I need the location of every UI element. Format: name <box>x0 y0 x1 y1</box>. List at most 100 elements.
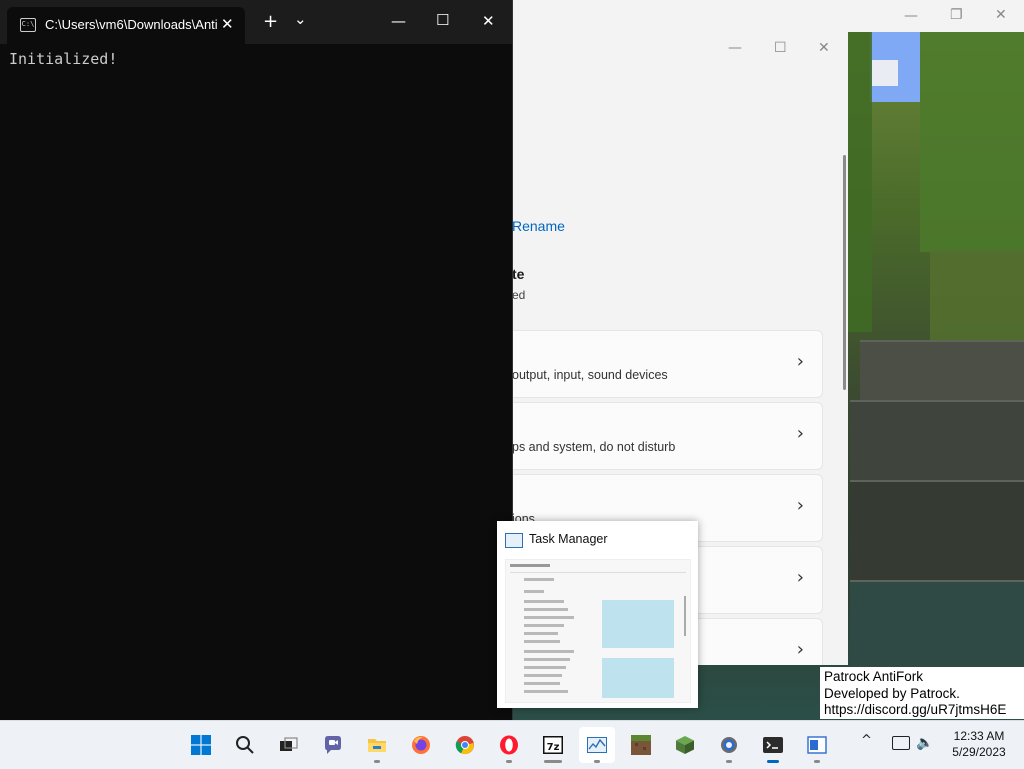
wallpaper-leaves <box>920 32 1024 252</box>
overlay-line-3: https://discord.gg/uR7jtmsH6E <box>824 702 1007 717</box>
tray-overflow-chevron-icon[interactable]: ^ <box>861 733 872 748</box>
thumb-row <box>524 658 570 661</box>
tab-dropdown-button[interactable]: ⌄ <box>294 10 307 28</box>
device-name-sub: ed <box>512 288 526 302</box>
task-view-button[interactable] <box>271 727 307 763</box>
minecraft-launcher-button[interactable] <box>623 727 659 763</box>
tab-close-button[interactable]: ✕ <box>221 15 234 33</box>
app-window-button[interactable] <box>799 727 835 763</box>
thumb-row <box>524 632 558 635</box>
thumb-row <box>524 666 566 669</box>
thumb-row <box>524 600 564 603</box>
settings-scrollbar[interactable] <box>843 155 846 390</box>
close-button[interactable]: ✕ <box>482 12 495 30</box>
terminal-tab-title: C:\Users\vm6\Downloads\AntiFork <box>45 17 217 32</box>
file-explorer-button[interactable] <box>359 727 395 763</box>
wallpaper-water <box>850 580 1024 672</box>
running-indicator <box>374 760 380 763</box>
7zip-icon: 7z <box>543 736 563 754</box>
terminal-icon <box>763 737 783 753</box>
thumb-row <box>524 682 560 685</box>
terminal-output[interactable]: Initialized! <box>9 50 117 68</box>
task-manager-preview[interactable]: Task Manager <box>497 521 698 708</box>
chevron-right-icon: › <box>796 423 804 444</box>
thumb-cpu-column-2 <box>602 658 674 698</box>
task-manager-thumbnail <box>505 559 691 703</box>
thumb-row <box>524 578 554 581</box>
chevron-right-icon: › <box>796 567 804 588</box>
minimize-button[interactable]: — <box>391 12 406 30</box>
settings-minimize-button[interactable]: — <box>728 40 742 56</box>
task-manager-preview-title: Task Manager <box>529 532 608 546</box>
gear-icon <box>721 737 737 753</box>
thumb-row <box>524 640 560 643</box>
task-manager-button[interactable] <box>579 727 615 763</box>
running-indicator <box>544 760 562 763</box>
search-button[interactable] <box>227 727 263 763</box>
running-indicator <box>814 760 820 763</box>
thumb-divider <box>510 572 686 573</box>
wallpaper-cloud <box>872 60 898 86</box>
maximize-button[interactable]: ☐ <box>436 11 449 29</box>
opera-icon <box>500 735 518 755</box>
task-view-icon <box>280 737 298 751</box>
device-name-heading: te <box>512 266 525 282</box>
start-button[interactable] <box>183 727 219 763</box>
clock-date: 5/29/2023 <box>952 745 1006 759</box>
wallpaper-vines <box>848 32 872 332</box>
thumb-row <box>524 690 568 693</box>
clock-time: 12:33 AM <box>953 729 1005 743</box>
background-minimize-button[interactable]: — <box>904 8 918 24</box>
rename-link[interactable]: Rename <box>512 218 565 234</box>
volume-icon[interactable]: 🔈 <box>916 735 933 751</box>
grass-block-icon <box>676 736 694 754</box>
opera-button[interactable] <box>491 727 527 763</box>
minecraft-icon <box>631 735 651 755</box>
thumb-scrollbar <box>684 596 686 636</box>
wallpaper-stone-1 <box>860 340 1024 402</box>
chrome-button[interactable] <box>447 727 483 763</box>
settings-button[interactable] <box>711 727 747 763</box>
svg-text:7z: 7z <box>547 742 560 753</box>
settings-maximize-button[interactable]: ☐ <box>774 40 787 56</box>
background-restore-button[interactable]: ❐ <box>950 7 963 23</box>
thumb-row <box>524 590 544 593</box>
folder-icon <box>368 739 386 752</box>
search-icon <box>236 736 254 754</box>
new-tab-button[interactable]: + <box>263 11 278 32</box>
terminal-titlebar[interactable]: C:\ C:\Users\vm6\Downloads\AntiFork ✕ + … <box>0 0 512 44</box>
terminal-tab[interactable]: C:\ C:\Users\vm6\Downloads\AntiFork ✕ <box>7 7 245 44</box>
chrome-icon <box>455 736 474 755</box>
network-icon[interactable] <box>892 736 910 750</box>
chevron-right-icon: › <box>796 639 804 660</box>
card-description: ps and system, do not disturb <box>512 440 676 454</box>
settings-card-sound[interactable]: output, input, sound devices › <box>512 330 823 398</box>
running-indicator <box>726 760 732 763</box>
chat-button[interactable] <box>315 727 351 763</box>
terminal-window: C:\ C:\Users\vm6\Downloads\AntiFork ✕ + … <box>0 0 513 720</box>
firefox-button[interactable] <box>403 727 439 763</box>
card-description: output, input, sound devices <box>512 368 668 382</box>
thumb-row <box>524 624 564 627</box>
active-indicator <box>767 760 779 763</box>
clock[interactable]: 12:33 AM 5/29/2023 <box>940 728 1018 760</box>
settings-card-notifications[interactable]: ps and system, do not disturb › <box>512 402 823 470</box>
thumb-header <box>510 564 550 567</box>
thumb-row <box>524 674 562 677</box>
background-close-button[interactable]: ✕ <box>995 7 1007 23</box>
settings-close-button[interactable]: ✕ <box>818 40 830 56</box>
7zip-button[interactable]: 7z <box>535 727 571 763</box>
thumb-cpu-column <box>602 600 674 648</box>
minecraft-button[interactable] <box>667 727 703 763</box>
wallpaper-stone-2 <box>850 400 1024 482</box>
terminal-button[interactable] <box>755 727 791 763</box>
task-manager-icon <box>587 737 607 753</box>
chevron-right-icon: › <box>796 351 804 372</box>
overlay-line-1: Patrock AntiFork <box>824 669 924 684</box>
thumb-row <box>524 608 568 611</box>
task-manager-icon <box>505 533 523 548</box>
terminal-icon: C:\ <box>20 18 36 32</box>
overlay-line-2: Developed by Patrock. <box>824 685 960 701</box>
running-indicator <box>506 760 512 763</box>
window-icon <box>807 736 827 754</box>
